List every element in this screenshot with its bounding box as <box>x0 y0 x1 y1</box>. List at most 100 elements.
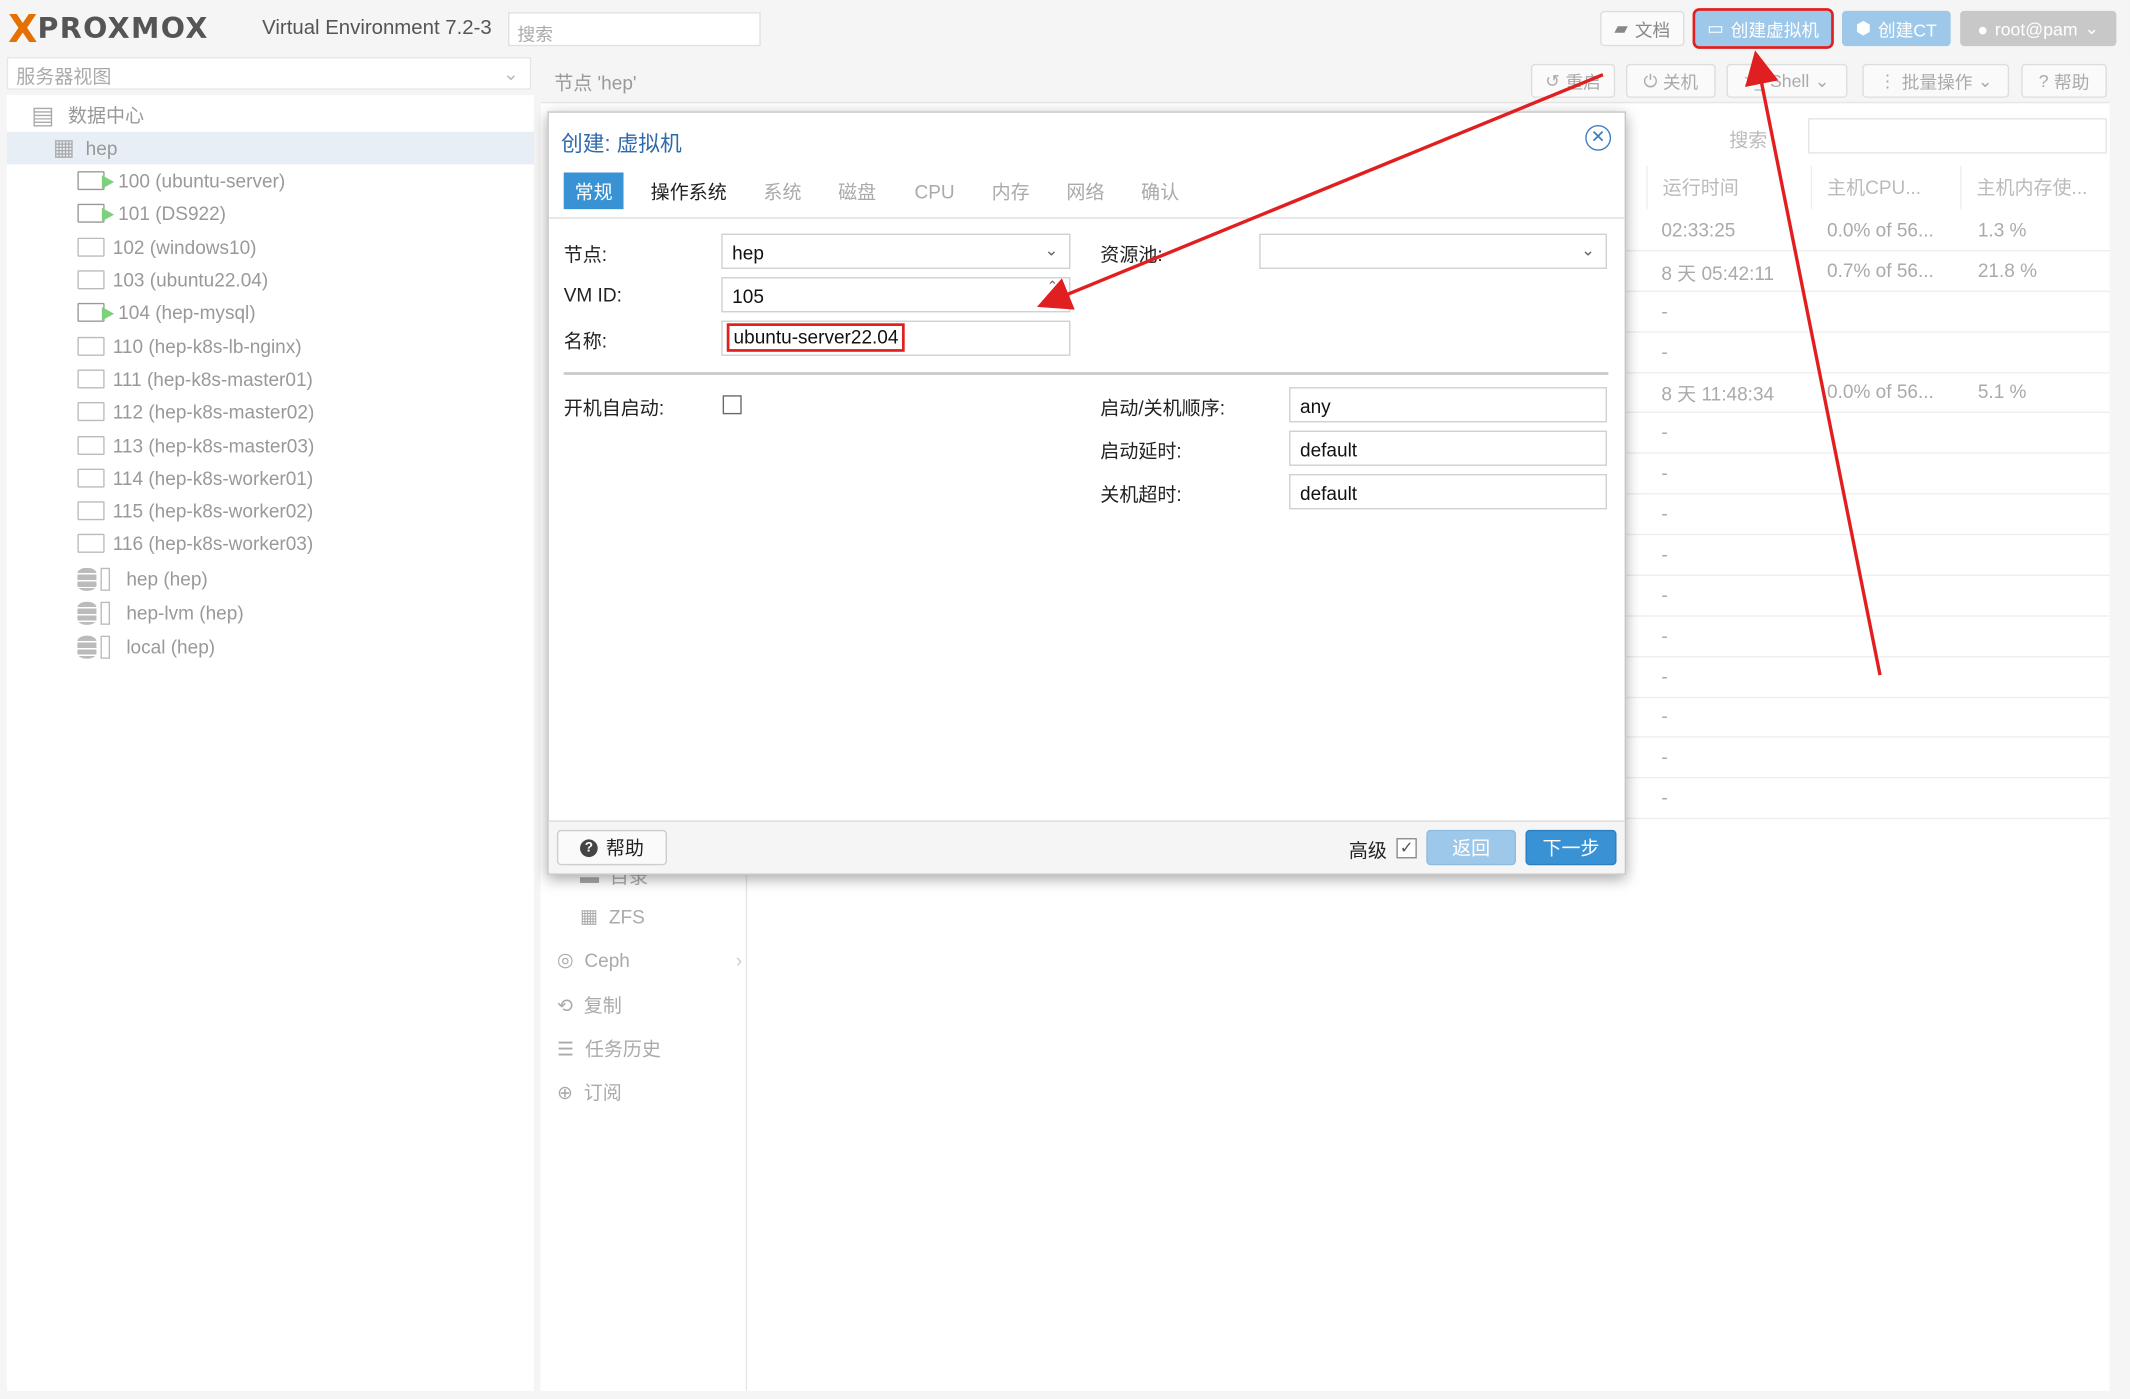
shutdown-timeout-input[interactable]: default <box>1289 474 1607 510</box>
tree-item-label: 104 (hep-mysql) <box>118 301 256 324</box>
startup-delay-input[interactable]: default <box>1289 430 1607 466</box>
tree-item-label: 数据中心 <box>67 104 145 127</box>
power-icon: ⏻ <box>1643 69 1658 91</box>
chevron-down-icon: ⌄ <box>1581 240 1595 260</box>
grid-cell: 0.0% of 56... <box>1827 380 1934 403</box>
tab-confirm[interactable]: 确认 <box>1134 173 1186 210</box>
tab-os[interactable]: 操作系统 <box>641 173 736 210</box>
tree-item[interactable]: 101 (DS922) <box>7 197 534 230</box>
tab-general[interactable]: 常规 <box>563 172 624 210</box>
tree-item[interactable]: 103 (ubuntu22.04) <box>7 264 534 297</box>
tree-item[interactable]: 116 (hep-k8s-worker03) <box>7 527 534 560</box>
bulk-actions-button[interactable]: ⋮ 批量操作 ⌄ <box>1862 63 2010 98</box>
tree-item[interactable]: 113 (hep-k8s-master03) <box>7 429 534 462</box>
replicate-icon: ⟲ <box>556 993 573 1016</box>
grid-row-divider <box>1624 736 2110 738</box>
grid-row-divider <box>1624 656 2110 658</box>
order-input[interactable]: any <box>1289 387 1607 423</box>
tree-item[interactable]: ▤ 数据中心 <box>7 99 534 132</box>
shutdown-timeout-label: 关机超时: <box>1100 483 1182 506</box>
user-menu-button[interactable]: ● root@pam ⌄ <box>1960 10 2117 47</box>
grid-cell: - <box>1661 421 1668 443</box>
node-select[interactable]: hep ⌄ <box>721 233 1071 269</box>
help-button[interactable]: ? 帮助 <box>556 829 667 866</box>
grid-row-divider <box>1624 696 2110 699</box>
tree-item[interactable]: 111 (hep-k8s-master01) <box>7 363 534 396</box>
node-menu-item[interactable]: ⟲ 复制 <box>557 992 622 1019</box>
chevron-down-icon: ⌄ <box>1977 69 1993 91</box>
onboot-checkbox[interactable] <box>722 395 742 415</box>
grid-row-divider <box>1624 574 2110 576</box>
order-label: 启动/关机顺序: <box>1100 396 1225 419</box>
tree-item[interactable]: local (hep) <box>7 630 534 663</box>
node-menu-item[interactable]: ☰ 任务历史 <box>557 1035 661 1062</box>
vm-icon <box>77 501 105 521</box>
create-ct-button[interactable]: ⬢ 创建CT <box>1841 10 1951 47</box>
next-button[interactable]: 下一步 <box>1525 829 1617 866</box>
grid-icon: ▦ <box>580 904 599 927</box>
datacenter-icon: ▤ <box>31 101 55 129</box>
back-button[interactable]: 返回 <box>1426 829 1516 866</box>
proxmox-logo: X PROXMOX <box>8 6 209 51</box>
node-menu-item[interactable]: ⊕ 订阅 <box>557 1078 622 1105</box>
pool-select[interactable]: ⌄ <box>1259 233 1607 269</box>
grid-row-divider <box>1624 615 2110 617</box>
create-vm-button[interactable]: ▭ 创建虚拟机 <box>1692 8 1834 49</box>
terminal-icon: >_ <box>1744 70 1765 92</box>
vmid-spinner[interactable]: 105 ⌃ ⌄ <box>721 277 1071 313</box>
help-button-top[interactable]: ? 帮助 <box>2021 63 2107 98</box>
grid-search-input[interactable] <box>1808 118 2107 154</box>
grid-search-label: 搜索 <box>1729 129 1768 151</box>
reboot-button[interactable]: ↺ 重启 <box>1530 63 1616 98</box>
column-header-mem[interactable]: 主机内存使... <box>1960 165 2109 210</box>
column-header-uptime[interactable]: 运行时间 <box>1646 165 1810 210</box>
tree-item[interactable]: 110 (hep-k8s-lb-nginx) <box>7 330 534 363</box>
tree-item[interactable]: 112 (hep-k8s-master02) <box>7 395 534 428</box>
view-selector[interactable]: 服务器视图 ⌄ <box>6 57 532 90</box>
tree-item[interactable]: ▦ hep <box>6 131 534 165</box>
grid-row-divider <box>1624 776 2110 779</box>
tab-cpu[interactable]: CPU <box>909 173 961 210</box>
global-search-input[interactable]: 搜索 <box>508 12 761 47</box>
node-menu-item[interactable]: ▦ ZFS <box>580 905 645 928</box>
cube-icon: ⬢ <box>1855 17 1872 39</box>
column-header-cpu[interactable]: 主机CPU... <box>1810 165 1960 210</box>
grid-cell: 02:33:25 <box>1661 218 1736 241</box>
tab-disk[interactable]: 磁盘 <box>831 173 883 210</box>
tab-network[interactable]: 网络 <box>1060 173 1112 210</box>
vm-icon <box>77 336 105 356</box>
storage-icon <box>77 601 118 625</box>
grid-cell: - <box>1661 543 1668 566</box>
node-menu-item[interactable]: ◎ Ceph › <box>557 948 742 971</box>
tab-system[interactable]: 系统 <box>757 173 809 210</box>
spinner-arrows-icon[interactable]: ⌃ ⌄ <box>1047 280 1058 306</box>
tree-item[interactable]: hep-lvm (hep) <box>7 596 534 629</box>
chevron-down-icon: ⌄ <box>1044 240 1059 260</box>
docs-button[interactable]: ▰ 文档 <box>1600 10 1685 47</box>
grid-row-divider <box>1624 452 2110 454</box>
advanced-checkbox[interactable]: ✓ <box>1396 838 1417 859</box>
shutdown-button[interactable]: ⏻ 关机 <box>1626 63 1716 98</box>
tree-item[interactable]: 114 (hep-k8s-worker01) <box>7 462 534 495</box>
tab-memory[interactable]: 内存 <box>985 173 1037 210</box>
tree-item-label: hep-lvm (hep) <box>126 601 244 624</box>
grid-cell: - <box>1661 461 1668 484</box>
book-icon: ▰ <box>1614 17 1629 39</box>
storage-icon <box>77 567 118 591</box>
tree-item[interactable]: 100 (ubuntu-server) <box>7 164 534 197</box>
grid-cell: - <box>1661 584 1668 606</box>
name-input-value[interactable]: ubuntu-server22.04 <box>726 323 906 352</box>
shell-button[interactable]: >_ Shell ⌄ <box>1726 63 1848 98</box>
tree-item[interactable]: hep (hep) <box>7 562 534 595</box>
ceph-icon: ◎ <box>556 948 574 970</box>
storage-icon <box>77 635 118 659</box>
tree-item-label: hep (hep) <box>126 567 208 590</box>
grid-row-divider <box>1624 372 2110 374</box>
advanced-label: 高级 <box>1348 839 1387 862</box>
tree-item[interactable]: 102 (windows10) <box>7 231 534 264</box>
tree-item[interactable]: 115 (hep-k8s-worker02) <box>7 494 534 527</box>
node-menu-item-label: ZFS <box>608 905 645 928</box>
close-icon[interactable]: ✕ <box>1585 124 1612 151</box>
tree-item[interactable]: 104 (hep-mysql) <box>7 296 534 329</box>
tree-item-label: 113 (hep-k8s-master03) <box>112 434 315 457</box>
